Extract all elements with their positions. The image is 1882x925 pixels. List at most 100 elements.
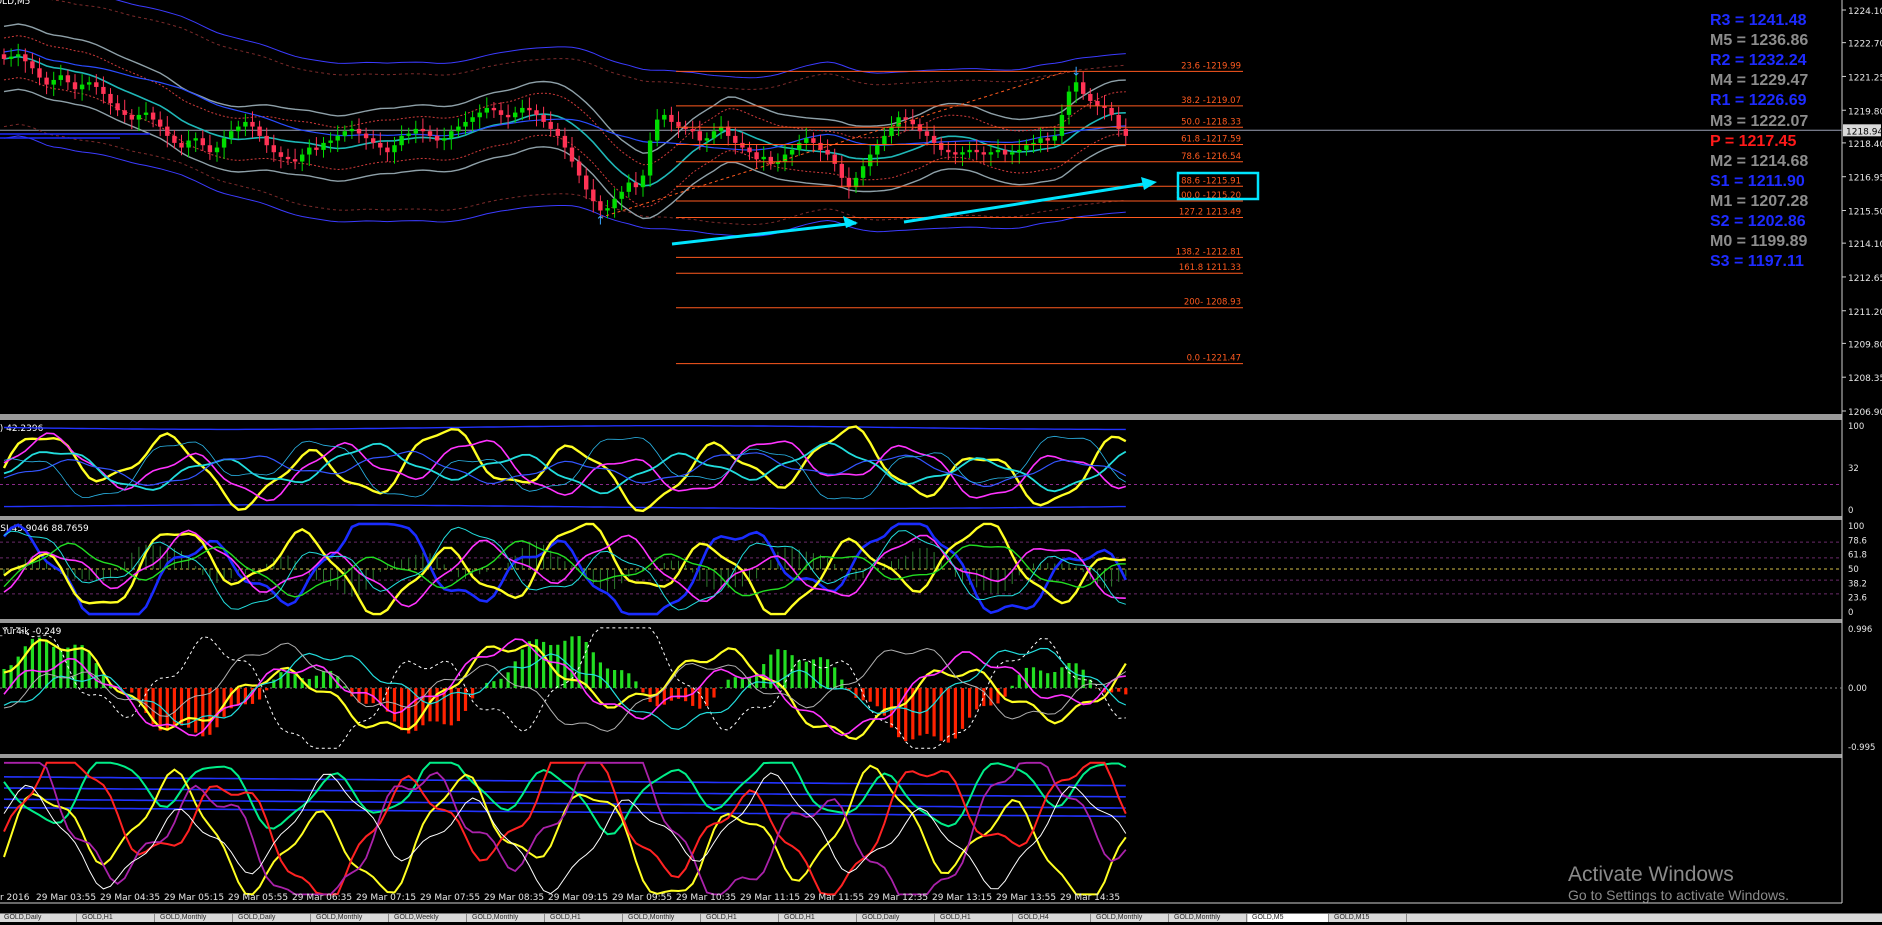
panel-title: 5) 42.2396 bbox=[0, 424, 44, 434]
panel-axis-label: 100 bbox=[1848, 522, 1864, 532]
candle-body bbox=[697, 131, 702, 141]
fibonacci-level-label: 0.0 -1221.47 bbox=[1187, 354, 1241, 364]
panel-axis-label: 23.6 bbox=[1848, 594, 1867, 604]
candle-body bbox=[363, 133, 369, 139]
candle-body bbox=[1038, 138, 1043, 143]
candle-body bbox=[619, 191, 624, 199]
panel-axis-label: 0.996 bbox=[1848, 625, 1872, 635]
candle-body bbox=[804, 138, 809, 143]
candle-body bbox=[321, 142, 326, 150]
annotation-arrow-2 bbox=[903, 181, 1151, 224]
candle-body bbox=[924, 131, 930, 136]
candle-body bbox=[491, 107, 497, 111]
panel-axis-label: 78.6 bbox=[1848, 536, 1867, 546]
panel-axis-label: 0.00 bbox=[1848, 684, 1867, 694]
candle-body bbox=[740, 142, 745, 148]
candle-body bbox=[1045, 138, 1050, 141]
panel-title: r_Yur4ik -0.249 bbox=[0, 627, 62, 637]
time-axis-label: 29 Mar 09:55 bbox=[612, 893, 672, 903]
candle-body bbox=[1109, 107, 1114, 115]
candle-body bbox=[548, 121, 553, 129]
time-axis-label: 29 Mar 05:55 bbox=[228, 893, 288, 903]
candle-body bbox=[236, 126, 241, 132]
candle-body bbox=[442, 138, 447, 141]
candle-body bbox=[243, 121, 248, 127]
candle-body bbox=[789, 149, 795, 155]
candle-body bbox=[690, 128, 695, 132]
price-tick-label: 1214.10 bbox=[1848, 240, 1882, 250]
pivot-level-label: M5 = 1236.86 bbox=[1710, 32, 1809, 50]
candle-body bbox=[1010, 152, 1015, 155]
candle-body bbox=[37, 68, 42, 78]
price-tick-label: 1224.10 bbox=[1848, 7, 1882, 17]
candle-body bbox=[626, 182, 631, 192]
fibonacci-level-label: 88.6 -1215.91 bbox=[1181, 176, 1241, 186]
price-tick-label: 1219.80 bbox=[1848, 107, 1882, 117]
candle-body bbox=[967, 149, 972, 153]
panel-axis-label: 0 bbox=[1848, 608, 1853, 618]
trading-chart-window[interactable]: 1224.10 1222.70 1221.25 1219.80 1218.40 1216.… bbox=[0, 0, 1882, 921]
candle-body bbox=[79, 84, 85, 90]
chart-canvas[interactable]: 1224.10 1222.70 1221.25 1219.80 1218.40 1216.… bbox=[0, 0, 1882, 921]
panel-separator bbox=[0, 754, 1842, 758]
candle-body bbox=[889, 126, 894, 136]
candle-body bbox=[562, 135, 568, 148]
candle-body bbox=[832, 154, 837, 164]
candle-body bbox=[300, 154, 305, 162]
candle-body bbox=[541, 114, 546, 122]
panel-axis-label: 61.8 bbox=[1848, 551, 1867, 561]
candle-body bbox=[633, 182, 639, 188]
panel-axis-label: 32 bbox=[1848, 464, 1859, 474]
candle-body bbox=[129, 114, 134, 120]
candle-body bbox=[1095, 100, 1100, 106]
candle-body bbox=[1123, 128, 1128, 136]
watermark-subtitle: Go to Settings to activate Windows. bbox=[1568, 887, 1789, 903]
fibonacci-level-label: 50.0 -1218.33 bbox=[1181, 117, 1241, 127]
fibonacci-level-label: 23.6 -1219.99 bbox=[1181, 61, 1241, 71]
candle-body bbox=[257, 126, 262, 136]
fibonacci-level-label: 138.2 -1212.81 bbox=[1176, 247, 1241, 257]
candle-body bbox=[392, 145, 397, 153]
time-axis-label: 29 Mar 05:15 bbox=[164, 893, 224, 903]
price-tick-label: 1222.70 bbox=[1848, 40, 1882, 50]
candle-body bbox=[825, 149, 830, 155]
candle-body bbox=[676, 121, 681, 127]
candle-body bbox=[534, 110, 539, 115]
candle-body bbox=[314, 147, 319, 150]
time-axis-label: 29 Mar 07:55 bbox=[420, 893, 480, 903]
candle-body bbox=[292, 159, 298, 162]
fibonacci-level-label: 127.2 1213.49 bbox=[1179, 207, 1241, 217]
candle-body bbox=[470, 117, 475, 122]
fibonacci-level-label: 61.8 -1217.59 bbox=[1181, 135, 1241, 145]
candle-body bbox=[1088, 93, 1093, 101]
candle-body bbox=[981, 152, 986, 155]
panel-axis-label: -0.995 bbox=[1848, 743, 1875, 753]
time-axis-label: 29 Mar 07:15 bbox=[356, 893, 416, 903]
activate-windows-watermark: Activate Windows Go to Settings to activ… bbox=[1568, 863, 1789, 903]
price-tick-label: 1208.35 bbox=[1848, 374, 1882, 384]
candle-body bbox=[605, 208, 610, 211]
candle-body bbox=[640, 175, 646, 188]
candle-body bbox=[868, 154, 873, 167]
candle-body bbox=[498, 110, 504, 115]
current-price-label: 1218.94 bbox=[1846, 127, 1882, 137]
pivot-level-label: S1 = 1211.90 bbox=[1710, 172, 1805, 190]
candle-body bbox=[449, 131, 454, 139]
time-axis-label: 29 Mar 06:35 bbox=[292, 893, 352, 903]
candle-body bbox=[591, 189, 596, 202]
price-tick-label: 1215.50 bbox=[1848, 208, 1882, 218]
candle-body bbox=[30, 61, 35, 69]
candle-body bbox=[285, 156, 291, 160]
oscillator-line bbox=[3, 432, 1127, 502]
candle-body bbox=[513, 112, 518, 118]
candle-body bbox=[8, 56, 14, 59]
candle-body bbox=[278, 152, 284, 157]
candle-body bbox=[584, 175, 589, 190]
pivot-level-label: M1 = 1207.28 bbox=[1710, 192, 1809, 210]
candle-body bbox=[555, 128, 560, 136]
candle-body bbox=[456, 126, 461, 132]
candle-body bbox=[754, 152, 759, 160]
time-axis-label: 29 Mar 10:35 bbox=[676, 893, 736, 903]
candle-body bbox=[875, 145, 880, 155]
time-axis-label: 29 Mar 03:55 bbox=[36, 893, 96, 903]
